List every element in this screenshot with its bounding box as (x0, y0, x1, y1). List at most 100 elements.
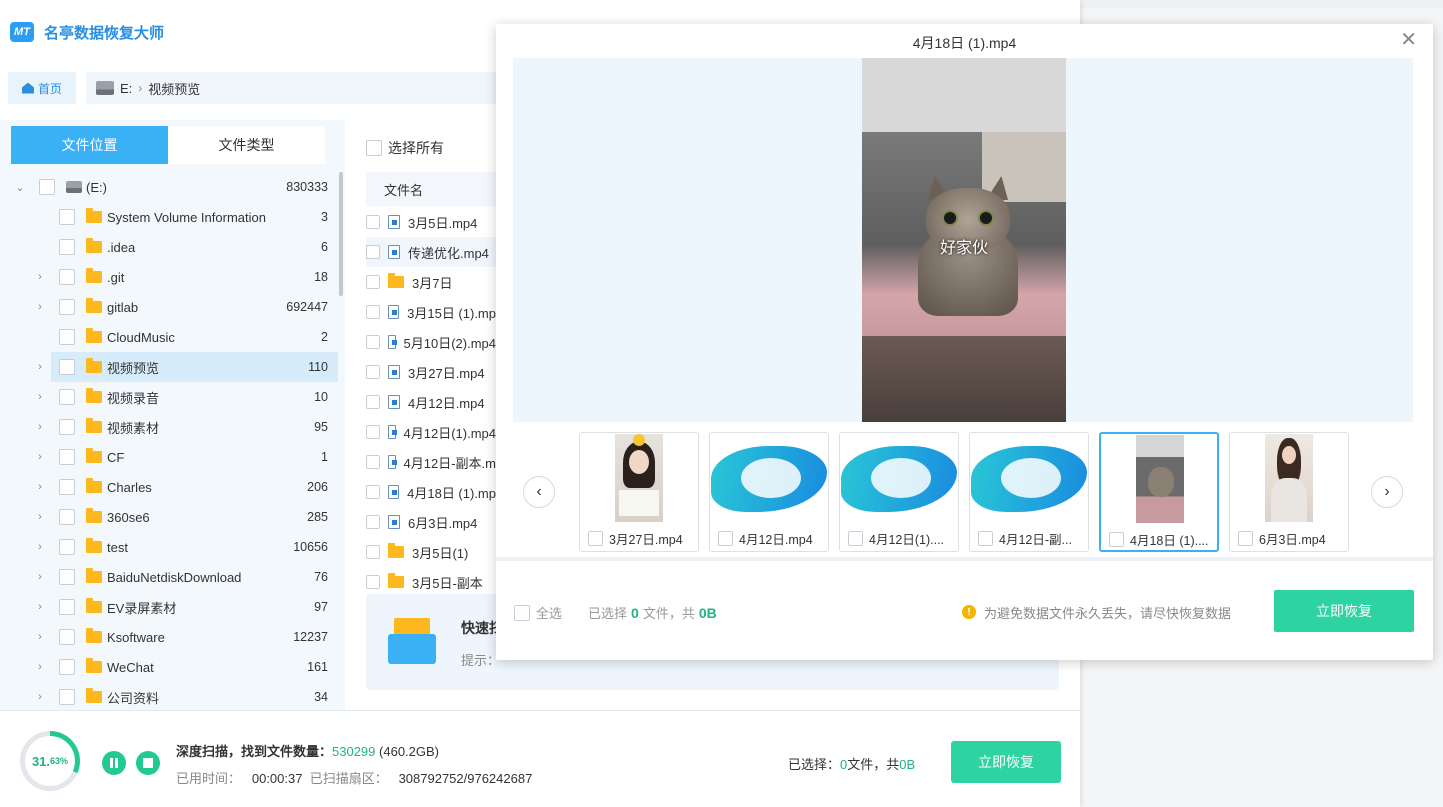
tree-row[interactable]: › .git 18 (0, 262, 338, 292)
chevron-right-icon[interactable]: › (34, 571, 46, 583)
file-row[interactable]: 3月5日(1) (366, 537, 496, 567)
chevron-right-icon[interactable]: › (34, 601, 46, 613)
select-all-checkbox[interactable] (366, 140, 382, 156)
tree-row[interactable]: › EV录屏素材 97 (0, 592, 338, 622)
tree-checkbox[interactable] (59, 389, 75, 405)
tree-row[interactable]: System Volume Information 3 (0, 202, 338, 232)
chevron-down-icon[interactable]: ⌄ (14, 181, 26, 194)
tree-row[interactable]: › Charles 206 (0, 472, 338, 502)
file-row[interactable]: 6月3日.mp4 (366, 507, 496, 537)
tree-checkbox[interactable] (59, 539, 75, 555)
chevron-right-icon[interactable]: › (34, 511, 46, 523)
tree-checkbox[interactable] (59, 569, 75, 585)
dialog-recover-button[interactable]: 立即恢复 (1274, 590, 1414, 632)
file-row[interactable]: 传递优化.mp4 (366, 237, 496, 267)
file-checkbox[interactable] (366, 215, 380, 229)
chevron-right-icon[interactable]: › (34, 631, 46, 643)
tree-checkbox[interactable] (59, 689, 75, 705)
file-row[interactable]: 3月5日-副本 (366, 567, 496, 597)
thumbnail-checkbox[interactable] (1109, 532, 1124, 547)
tree-row[interactable]: › 视频预览 110 (38, 352, 338, 382)
chevron-right-icon[interactable]: › (34, 271, 46, 283)
tree-row[interactable]: › 视频素材 95 (0, 412, 338, 442)
file-checkbox[interactable] (366, 395, 380, 409)
tree-checkbox[interactable] (59, 659, 75, 675)
thumbs-next-button[interactable]: › (1371, 476, 1403, 508)
stop-button[interactable] (136, 751, 160, 775)
file-checkbox[interactable] (366, 515, 380, 529)
recover-now-button[interactable]: 立即恢复 (951, 741, 1061, 783)
close-icon[interactable]: ✕ (1400, 30, 1417, 50)
chevron-right-icon[interactable]: › (34, 361, 46, 373)
tree-row[interactable]: › gitlab 692447 (0, 292, 338, 322)
tree-row[interactable]: CloudMusic 2 (0, 322, 338, 352)
tree-row[interactable]: › test 10656 (0, 532, 338, 562)
tree-row[interactable]: › CF 1 (0, 442, 338, 472)
file-checkbox[interactable] (366, 575, 380, 589)
file-row[interactable]: 4月12日.mp4 (366, 387, 496, 417)
chevron-right-icon[interactable]: › (34, 421, 46, 433)
thumbnail-checkbox[interactable] (978, 531, 993, 546)
tree-checkbox[interactable] (59, 419, 75, 435)
chevron-right-icon[interactable]: › (34, 691, 46, 703)
file-checkbox[interactable] (366, 455, 380, 469)
tree-checkbox[interactable] (59, 629, 75, 645)
tree-checkbox[interactable] (59, 329, 75, 345)
chevron-right-icon[interactable]: › (34, 451, 46, 463)
file-row[interactable]: 3月7日 (366, 267, 496, 297)
tree-checkbox[interactable] (59, 509, 75, 525)
thumbnail-checkbox[interactable] (848, 531, 863, 546)
file-row[interactable]: 5月10日(2).mp4 (366, 327, 496, 357)
tree-checkbox[interactable] (59, 239, 75, 255)
file-row[interactable]: 4月12日-副本.m (366, 447, 496, 477)
tree-row[interactable]: › 360se6 285 (0, 502, 338, 532)
chevron-right-icon[interactable]: › (34, 661, 46, 673)
thumbnail-item[interactable]: 4月18日 (1).... (1099, 432, 1219, 552)
thumbnail-checkbox[interactable] (588, 531, 603, 546)
thumbnail-item[interactable]: 4月12日-副... (969, 432, 1089, 552)
file-checkbox[interactable] (366, 425, 380, 439)
chevron-right-icon[interactable]: › (34, 391, 46, 403)
tree-checkbox[interactable] (59, 359, 75, 375)
file-row[interactable]: 3月5日.mp4 (366, 207, 496, 237)
tree-scrollbar[interactable] (339, 172, 343, 296)
thumbnail-checkbox[interactable] (1238, 531, 1253, 546)
file-row[interactable]: 4月12日(1).mp4 (366, 417, 496, 447)
file-checkbox[interactable] (366, 305, 380, 319)
file-row[interactable]: 3月27日.mp4 (366, 357, 496, 387)
file-checkbox[interactable] (366, 335, 380, 349)
breadcrumb-folder[interactable]: 视频预览 (148, 79, 200, 98)
tab-file-location[interactable]: 文件位置 (11, 126, 168, 164)
tree-checkbox[interactable] (59, 599, 75, 615)
tree-row[interactable]: ⌄ (E:) 830333 (0, 172, 338, 202)
thumbnail-checkbox[interactable] (718, 531, 733, 546)
thumbnail-item[interactable]: 6月3日.mp4 (1229, 432, 1349, 552)
tree-checkbox[interactable] (59, 299, 75, 315)
tree-checkbox[interactable] (39, 179, 55, 195)
tree-row[interactable]: .idea 6 (0, 232, 338, 262)
tree-checkbox[interactable] (59, 479, 75, 495)
chevron-right-icon[interactable]: › (34, 301, 46, 313)
file-checkbox[interactable] (366, 485, 380, 499)
breadcrumb-drive[interactable]: E: (120, 81, 132, 96)
file-row[interactable]: 3月15日 (1).mp (366, 297, 496, 327)
column-header-name[interactable]: 文件名 (366, 172, 506, 206)
thumbs-prev-button[interactable]: ‹ (523, 476, 555, 508)
home-button[interactable]: 首页 (8, 72, 76, 104)
tree-checkbox[interactable] (59, 449, 75, 465)
thumbnail-item[interactable]: 4月12日(1).... (839, 432, 959, 552)
video-frame[interactable]: 好家伙 (862, 58, 1066, 422)
tree-row[interactable]: › 视频录音 10 (0, 382, 338, 412)
tree-row[interactable]: › BaiduNetdiskDownload 76 (0, 562, 338, 592)
tree-row[interactable]: › Ksoftware 12237 (0, 622, 338, 652)
dialog-select-all[interactable]: 全选 (514, 603, 562, 622)
file-checkbox[interactable] (366, 545, 380, 559)
file-checkbox[interactable] (366, 365, 380, 379)
file-checkbox[interactable] (366, 245, 380, 259)
tree-row[interactable]: › 公司资料 34 (0, 682, 338, 712)
thumbnail-item[interactable]: 4月12日.mp4 (709, 432, 829, 552)
tree-checkbox[interactable] (59, 209, 75, 225)
chevron-right-icon[interactable]: › (34, 541, 46, 553)
tab-file-type[interactable]: 文件类型 (168, 126, 325, 164)
file-row[interactable]: 4月18日 (1).mp (366, 477, 496, 507)
